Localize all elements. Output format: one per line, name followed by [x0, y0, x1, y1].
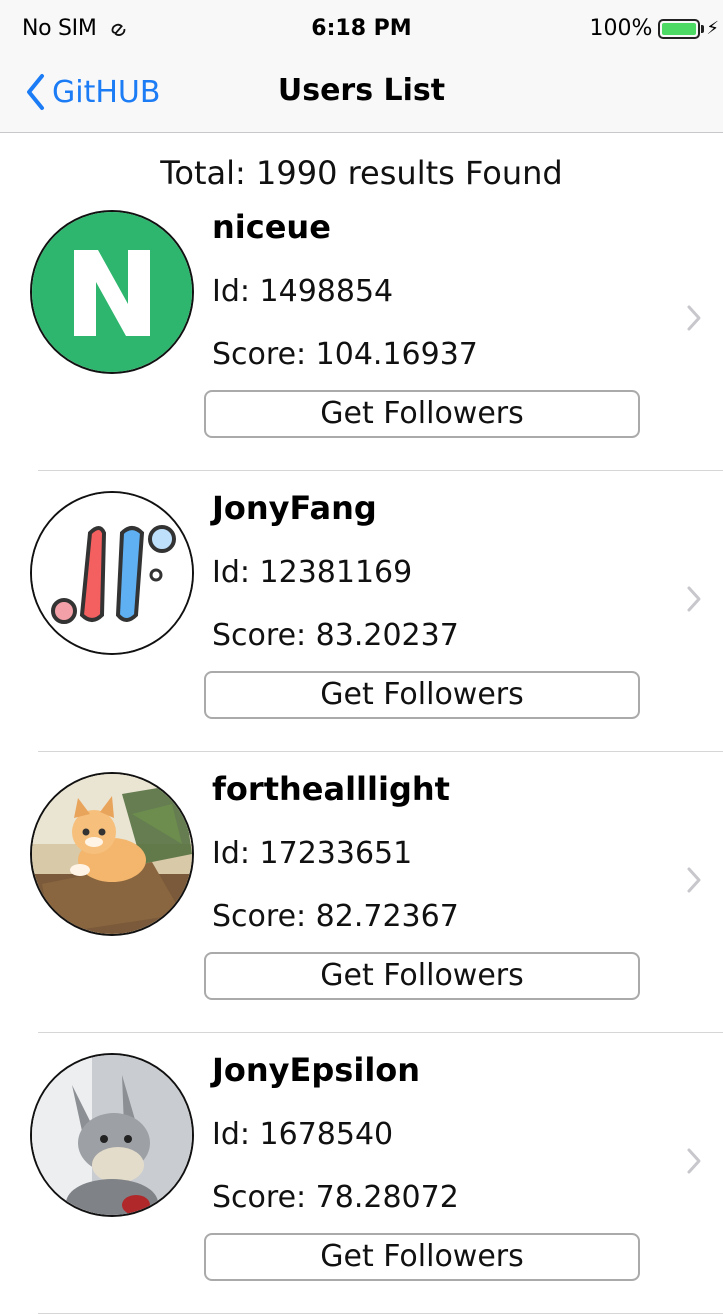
- user-login: forthealllight: [212, 770, 450, 808]
- chevron-right-icon: [687, 867, 701, 893]
- user-login: JonyFang: [212, 489, 377, 527]
- charging-bolt-icon: ⚡: [706, 18, 719, 39]
- avatar: [30, 210, 194, 374]
- battery-tip: [701, 24, 705, 33]
- jf-logo-avatar-image: [32, 493, 192, 653]
- user-row[interactable]: JonyFang Id: 12381169 Score: 83.20237 Ge…: [0, 471, 723, 752]
- user-list: niceue Id: 1498854 Score: 104.16937 Get …: [0, 190, 723, 1314]
- avatar: [30, 491, 194, 655]
- battery-fill: [662, 22, 697, 35]
- user-score: Score: 83.20237: [212, 618, 459, 653]
- user-login: JonyEpsilon: [212, 1051, 421, 1089]
- user-id: Id: 1678540: [212, 1117, 394, 1152]
- status-bar: No SIM 6:18 PM 100% ⚡: [0, 0, 723, 58]
- results-count: Total: 1990 results Found: [160, 154, 563, 192]
- user-score: Score: 82.72367: [212, 899, 459, 934]
- chevron-right-icon: [687, 586, 701, 612]
- avatar: [30, 1053, 194, 1217]
- kitten-avatar-image: [32, 774, 192, 934]
- page-title: Users List: [277, 73, 446, 108]
- get-followers-button[interactable]: Get Followers: [204, 671, 640, 719]
- user-id: Id: 17233651: [212, 836, 413, 871]
- battery-icon: [658, 18, 701, 39]
- get-followers-button[interactable]: Get Followers: [204, 390, 640, 438]
- avatar: [30, 772, 194, 936]
- navigation-bar: GitHUB Users List: [0, 58, 723, 133]
- chevron-right-icon: [687, 1148, 701, 1174]
- battery-percent: 100%: [589, 16, 653, 41]
- user-row[interactable]: forthealllight Id: 17233651 Score: 82.72…: [0, 752, 723, 1033]
- user-row[interactable]: JonyEpsilon Id: 1678540 Score: 78.28072 …: [0, 1033, 723, 1314]
- battery-area: 100% ⚡: [589, 16, 719, 41]
- user-score: Score: 104.16937: [212, 337, 478, 372]
- user-id: Id: 1498854: [212, 274, 394, 309]
- chevron-right-icon: [687, 305, 701, 331]
- user-score: Score: 78.28072: [212, 1180, 459, 1215]
- user-login: niceue: [212, 208, 331, 246]
- get-followers-button[interactable]: Get Followers: [204, 952, 640, 1000]
- donkey-avatar-image: [32, 1055, 192, 1215]
- user-id: Id: 12381169: [212, 555, 413, 590]
- user-row[interactable]: niceue Id: 1498854 Score: 104.16937 Get …: [0, 190, 723, 471]
- n-logo-avatar-image: [32, 212, 192, 372]
